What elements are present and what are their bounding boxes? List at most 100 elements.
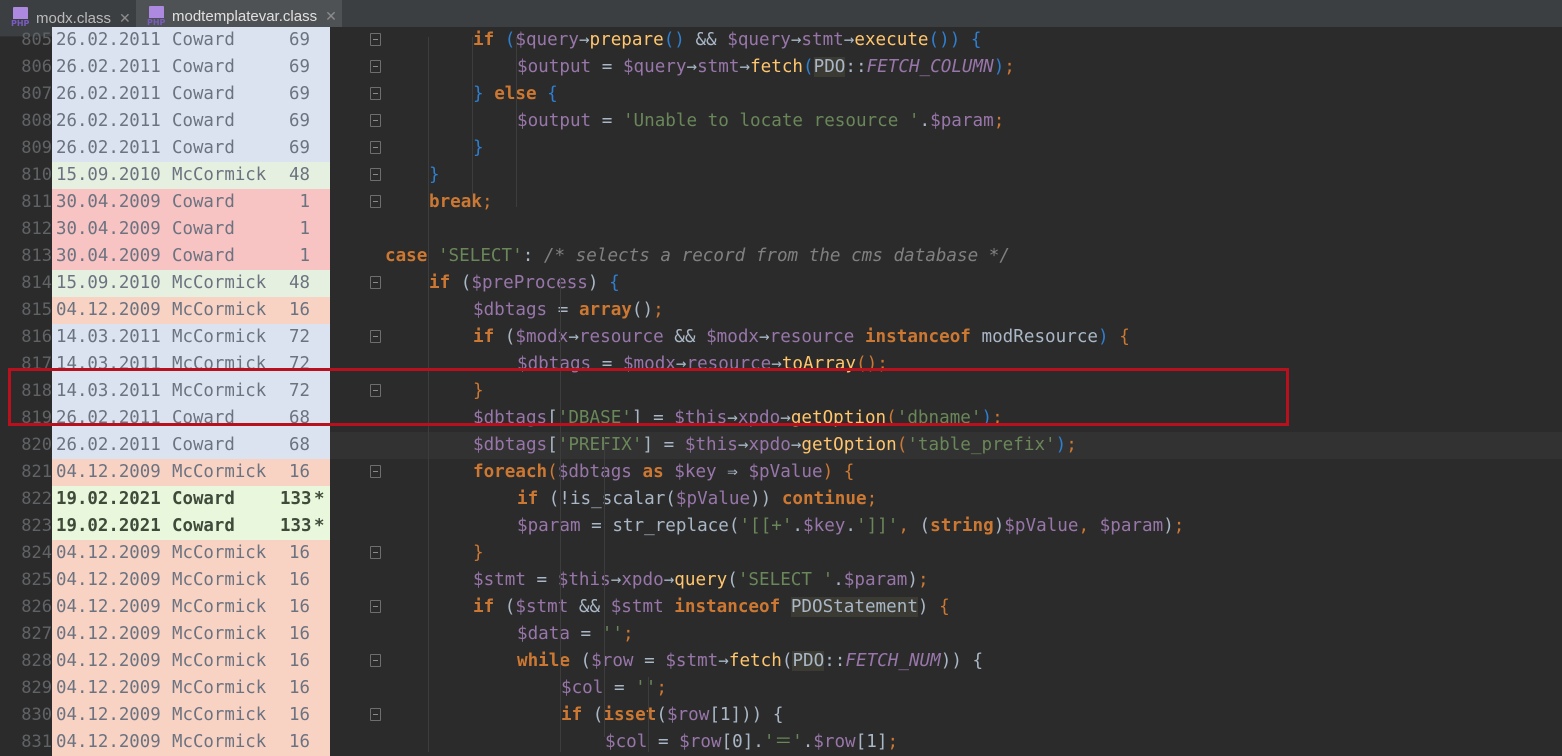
blame-revision: 16	[289, 300, 310, 320]
line-number: 822	[21, 489, 52, 509]
fold-marker-icon[interactable]	[370, 546, 381, 559]
code-line[interactable]: 812 30.04.2009 Coward 1	[0, 216, 1562, 243]
code-line[interactable]: 816 14.03.2011 McCormick 72 if ($modx→resour…	[0, 324, 1562, 351]
code-text: $output = 'Unable to locate resource '.$…	[517, 111, 1005, 131]
code-line[interactable]: 827 04.12.2009 McCormick 16 $data = '';	[0, 621, 1562, 648]
close-icon[interactable]: ✕	[325, 8, 337, 25]
blame-annotation[interactable]: 04.12.2009 McCormick 16	[52, 594, 330, 621]
blame-annotation[interactable]: 04.12.2009 McCormick 16	[52, 702, 330, 729]
fold-marker-icon[interactable]	[370, 60, 381, 73]
blame-date: 26.02.2011	[56, 138, 161, 158]
code-line[interactable]: 805 26.02.2011 Coward 69 if ($query→prepare(…	[0, 27, 1562, 54]
line-number: 824	[21, 543, 52, 563]
blame-revision: 133	[280, 516, 312, 536]
code-line[interactable]: 825 04.12.2009 McCormick 16 $stmt = $this→xp…	[0, 567, 1562, 594]
code-line[interactable]: 811 30.04.2009 Coward 1 break;	[0, 189, 1562, 216]
blame-annotation[interactable]: 04.12.2009 McCormick 16	[52, 648, 330, 675]
code-line[interactable]: 829 04.12.2009 McCormick 16 $col = '';	[0, 675, 1562, 702]
blame-revision: 16	[289, 705, 310, 725]
code-background	[330, 540, 1562, 567]
fold-marker-icon[interactable]	[370, 33, 381, 46]
blame-annotation[interactable]: 04.12.2009 McCormick 16	[52, 621, 330, 648]
line-number: 823	[21, 516, 52, 536]
blame-author: McCormick	[172, 300, 267, 320]
code-line[interactable]: 820 26.02.2011 Coward 68 $dbtags['PREFIX'] =…	[0, 432, 1562, 459]
code-line[interactable]: 813 30.04.2009 Coward 1 case 'SELECT': /* se…	[0, 243, 1562, 270]
fold-marker-icon[interactable]	[370, 168, 381, 181]
fold-marker-icon[interactable]	[370, 465, 381, 478]
code-line[interactable]: 824 04.12.2009 McCormick 16}	[0, 540, 1562, 567]
fold-marker-icon[interactable]	[370, 276, 381, 289]
code-line[interactable]: 823 19.02.2021 Coward 133 * $param = str_repl…	[0, 513, 1562, 540]
blame-date: 26.02.2011	[56, 30, 161, 50]
blame-annotation[interactable]: 26.02.2011 Coward 69	[52, 27, 330, 54]
blame-annotation[interactable]: 26.02.2011 Coward 69	[52, 135, 330, 162]
code-line[interactable]: 821 04.12.2009 McCormick 16 foreach($dbtags …	[0, 459, 1562, 486]
blame-revision: 1	[299, 192, 310, 212]
blame-annotation[interactable]: 26.02.2011 Coward 69	[52, 81, 330, 108]
highlight-annotation-box	[8, 368, 1289, 426]
fold-marker-icon[interactable]	[370, 330, 381, 343]
blame-annotation[interactable]: 14.03.2011 McCormick 72	[52, 324, 330, 351]
code-line[interactable]: 822 19.02.2021 Coward 133 * if (!is_scalar($p…	[0, 486, 1562, 513]
code-line[interactable]: 808 26.02.2011 Coward 69 $output = 'Unable t…	[0, 108, 1562, 135]
line-number: 810	[21, 165, 52, 185]
code-line[interactable]: 815 04.12.2009 McCormick 16 $dbtags = array(…	[0, 297, 1562, 324]
blame-revision: 133	[280, 489, 312, 509]
code-line[interactable]: 810 15.09.2010 McCormick 48}	[0, 162, 1562, 189]
code-background	[330, 702, 1562, 729]
fold-marker-icon[interactable]	[370, 114, 381, 127]
code-text: if ($preProcess) {	[429, 273, 620, 293]
fold-marker-icon[interactable]	[370, 600, 381, 613]
blame-author: McCormick	[172, 651, 267, 671]
blame-annotation[interactable]: 30.04.2009 Coward 1	[52, 243, 330, 270]
blame-revision: 16	[289, 597, 310, 617]
blame-date: 26.02.2011	[56, 57, 161, 77]
code-line[interactable]: 809 26.02.2011 Coward 69}	[0, 135, 1562, 162]
blame-annotation[interactable]: 30.04.2009 Coward 1	[52, 189, 330, 216]
code-text: $output = $query→stmt→fetch(PDO::FETCH_C…	[517, 57, 1015, 77]
code-line[interactable]: 826 04.12.2009 McCormick 16 if ($stmt && $st…	[0, 594, 1562, 621]
fold-marker-icon[interactable]	[370, 87, 381, 100]
fold-marker-icon[interactable]	[370, 141, 381, 154]
line-number: 814	[21, 273, 52, 293]
blame-annotation[interactable]: 26.02.2011 Coward 69	[52, 54, 330, 81]
blame-annotation[interactable]: 04.12.2009 McCormick 16	[52, 459, 330, 486]
fold-marker-icon[interactable]	[370, 654, 381, 667]
blame-annotation[interactable]: 04.12.2009 McCormick 16	[52, 540, 330, 567]
code-line[interactable]: 828 04.12.2009 McCormick 16 while ($row = $s…	[0, 648, 1562, 675]
line-number: 813	[21, 246, 52, 266]
blame-author: McCormick	[172, 273, 267, 293]
blame-author: McCormick	[172, 705, 267, 725]
blame-annotation[interactable]: 26.02.2011 Coward 69	[52, 108, 330, 135]
blame-annotation[interactable]: 15.09.2010 McCormick 48	[52, 270, 330, 297]
blame-revision: 69	[289, 111, 310, 131]
blame-annotation[interactable]: 15.09.2010 McCormick 48	[52, 162, 330, 189]
code-line[interactable]: 814 15.09.2010 McCormick 48 if ($preProcess)…	[0, 270, 1562, 297]
line-number: 830	[21, 705, 52, 725]
blame-annotation[interactable]: 04.12.2009 McCormick 16	[52, 567, 330, 594]
blame-annotation[interactable]: 26.02.2011 Coward 68	[52, 432, 330, 459]
blame-author: McCormick	[172, 624, 267, 644]
blame-annotation[interactable]: 30.04.2009 Coward 1	[52, 216, 330, 243]
blame-revision: 16	[289, 462, 310, 482]
code-line[interactable]: 80726.02.2011Coward69} else {	[0, 81, 1562, 108]
close-icon[interactable]: ✕	[119, 10, 131, 27]
blame-annotation[interactable]: 19.02.2021 Coward 133 *	[52, 513, 330, 540]
code-text: $col = '';	[561, 678, 667, 698]
blame-annotation[interactable]: 04.12.2009 McCormick 16	[52, 297, 330, 324]
blame-author: McCormick	[172, 678, 267, 698]
code-background	[330, 189, 1562, 216]
line-number: 809	[21, 138, 52, 158]
tab-label: modx.class	[36, 9, 112, 27]
code-line[interactable]: 806 26.02.2011 Coward 69 $output = $query→st…	[0, 54, 1562, 81]
blame-annotation[interactable]: 19.02.2021 Coward 133 *	[52, 486, 330, 513]
fold-marker-icon[interactable]	[370, 195, 381, 208]
code-line[interactable]: 830 04.12.2009 McCormick 16 if (isset($row[1…	[0, 702, 1562, 729]
blame-annotation[interactable]: 04.12.2009 McCormick 16	[52, 675, 330, 702]
blame-author: McCormick	[172, 327, 267, 347]
code-text: }	[429, 165, 440, 185]
blame-revision: 1	[299, 219, 310, 239]
fold-marker-icon[interactable]	[370, 708, 381, 721]
blame-date: 14.03.2011	[56, 327, 161, 347]
